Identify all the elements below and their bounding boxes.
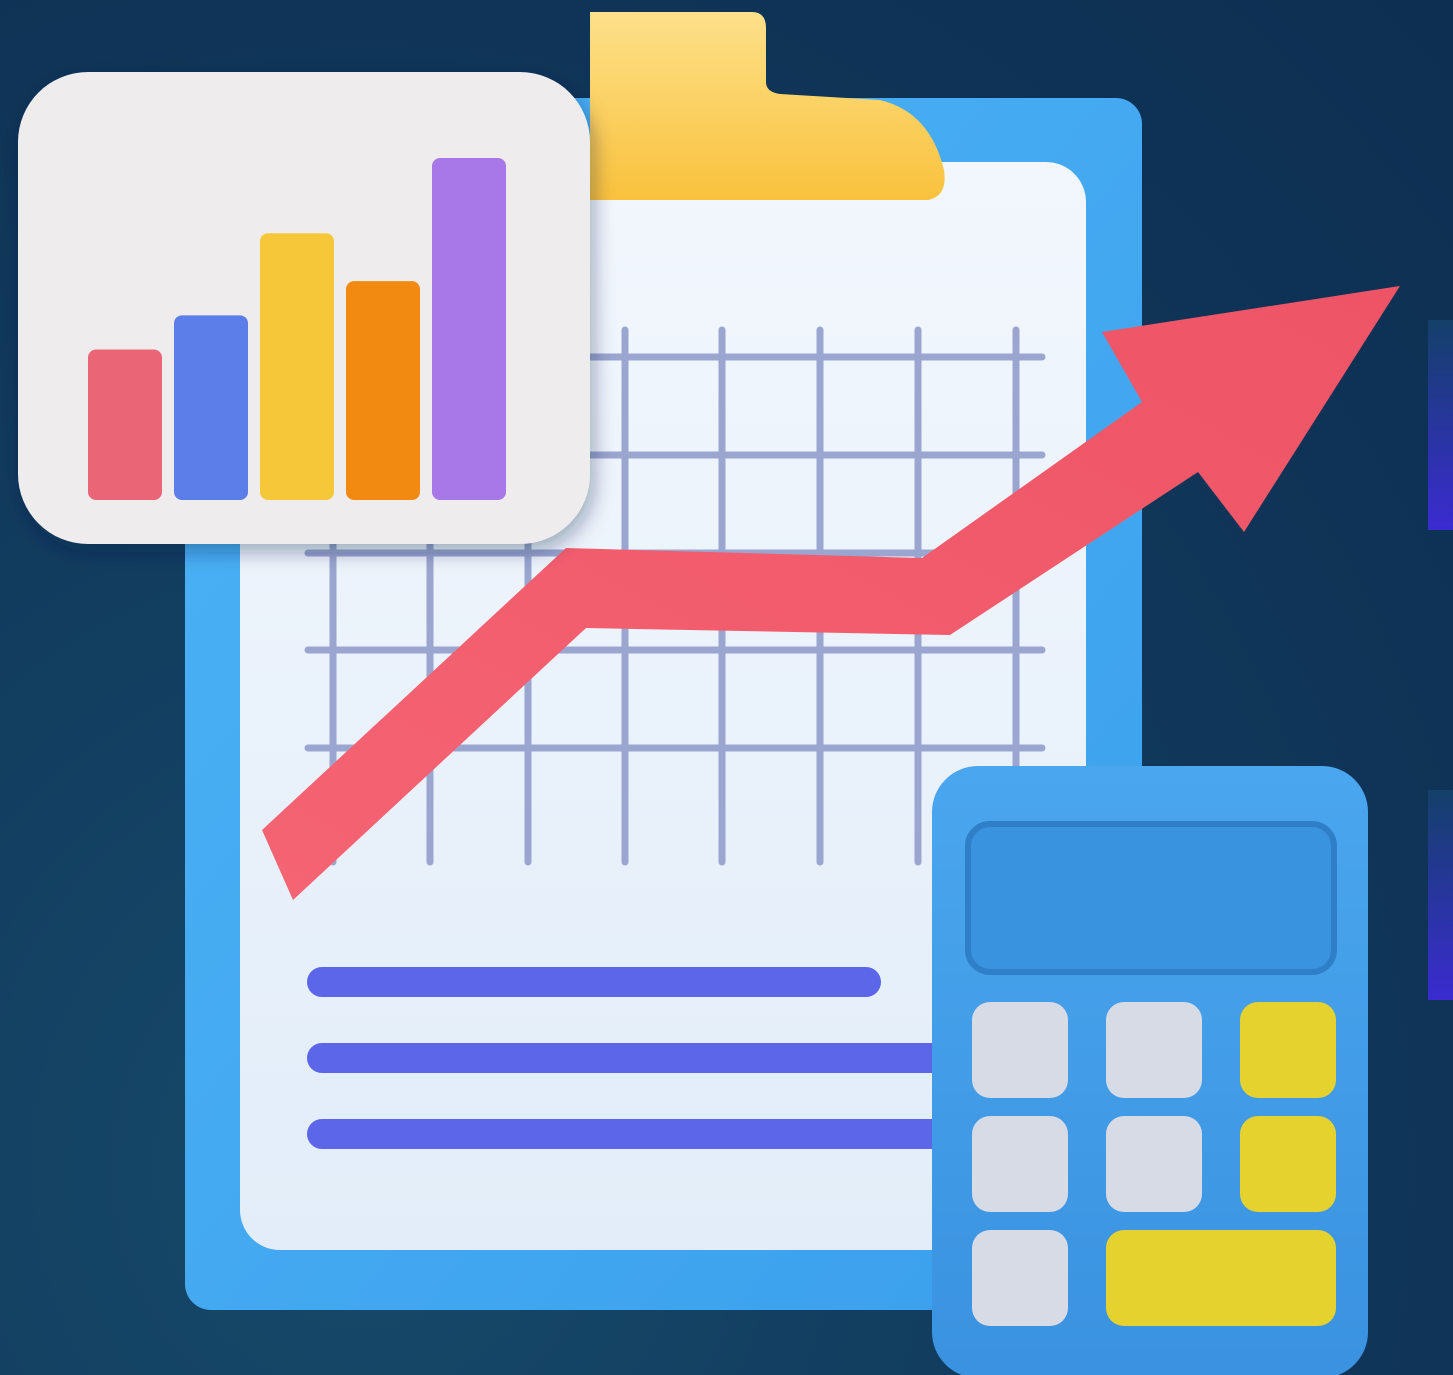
calculator-key-3-1 bbox=[972, 1230, 1068, 1326]
calculator-key-2-3 bbox=[1240, 1116, 1336, 1212]
calculator-key-2-2 bbox=[1106, 1116, 1202, 1212]
calculator-keypad bbox=[972, 1002, 1336, 1326]
finance-illustration bbox=[0, 0, 1453, 1375]
calculator-key-1-1 bbox=[972, 1002, 1068, 1098]
calculator-key-3-2 bbox=[1106, 1230, 1336, 1326]
calculator-icon bbox=[932, 766, 1368, 1375]
calculator-key-1-3 bbox=[1240, 1002, 1336, 1098]
calculator-key-1-2 bbox=[1106, 1002, 1202, 1098]
calculator-screen bbox=[965, 821, 1337, 975]
calculator-key-2-1 bbox=[972, 1116, 1068, 1212]
